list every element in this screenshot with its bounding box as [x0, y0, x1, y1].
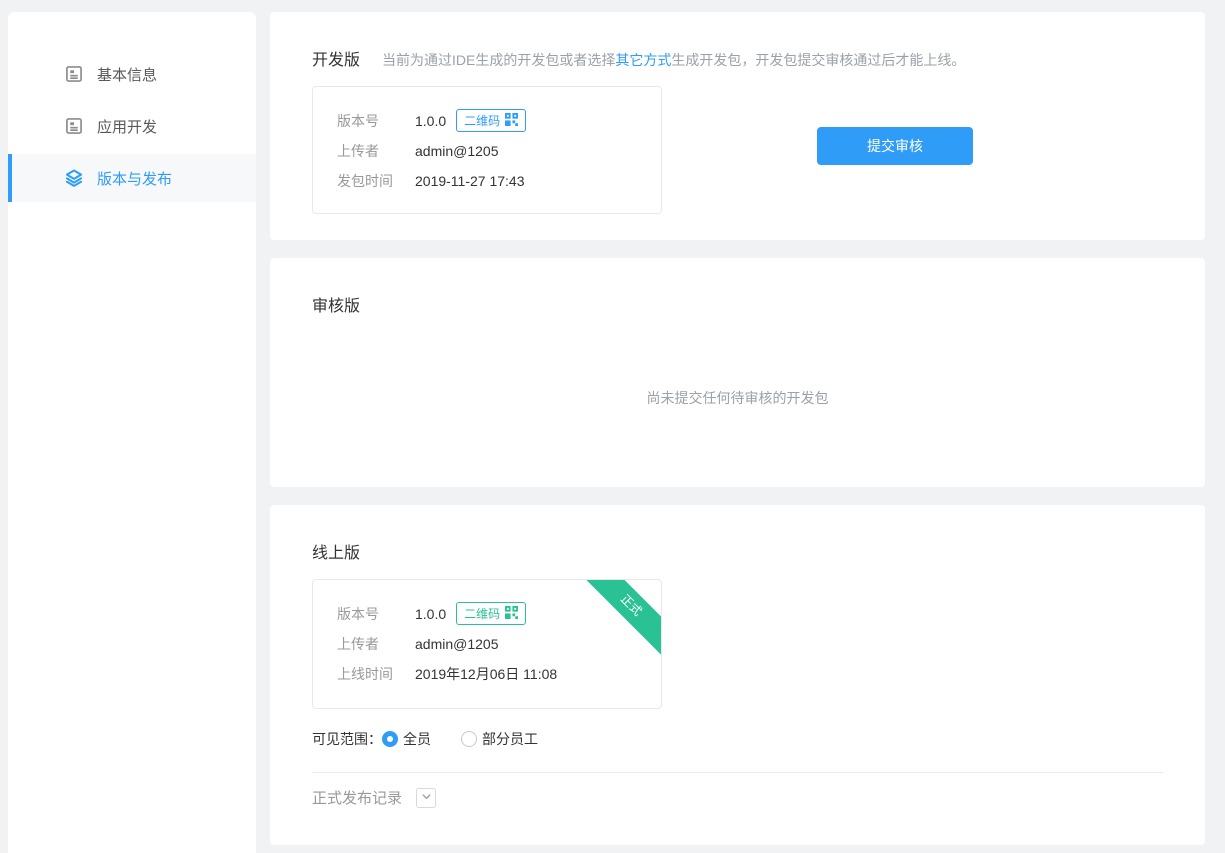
sidebar-item-label: 基本信息	[97, 64, 157, 85]
radio-unselected-icon[interactable]	[461, 731, 477, 747]
version-row: 版本号 1.0.0 二维码	[337, 109, 661, 132]
uploader-label: 上传者	[337, 140, 415, 162]
radio-option-label: 部分员工	[482, 729, 538, 749]
chevron-down-icon	[421, 789, 432, 806]
section-divider	[312, 772, 1163, 773]
qrcode-button-label: 二维码	[464, 605, 500, 622]
radio-option-all-staff[interactable]: 全员	[382, 729, 431, 749]
sidebar-item-label: 版本与发布	[97, 168, 172, 189]
dev-panel-header: 开发版 当前为通过IDE生成的开发包或者选择其它方式生成开发包，开发包提交审核通…	[270, 12, 1205, 70]
sidebar-item-basic-info[interactable]: 基本信息	[8, 50, 256, 98]
online-panel-title: 线上版	[312, 539, 360, 563]
uploader-value: admin@1205	[415, 633, 499, 655]
radio-selected-icon[interactable]	[382, 731, 398, 747]
review-empty-text: 尚未提交任何待审核的开发包	[270, 388, 1205, 408]
uploader-label: 上传者	[337, 633, 415, 655]
package-time-label: 发包时间	[337, 170, 415, 192]
version-number: 1.0.0	[415, 603, 446, 625]
version-value: 1.0.0 二维码	[415, 109, 526, 132]
qrcode-icon	[505, 606, 518, 622]
release-record-row: 正式发布记录	[312, 787, 1205, 808]
radio-option-partial-staff[interactable]: 部分员工	[461, 729, 538, 749]
dev-panel-title: 开发版	[312, 46, 360, 70]
other-method-link[interactable]: 其它方式	[615, 52, 671, 68]
review-version-panel: 审核版 尚未提交任何待审核的开发包	[270, 258, 1205, 487]
sidebar: 基本信息 应用开发 版本与发布	[8, 12, 256, 853]
radio-option-label: 全员	[403, 729, 431, 749]
uploader-value: admin@1205	[415, 140, 499, 162]
version-value: 1.0.0 二维码	[415, 602, 526, 625]
online-version-card: 正式 版本号 1.0.0 二维码	[312, 579, 662, 709]
visibility-scope-group: 可见范围： 全员 部分员工	[312, 729, 1205, 749]
qrcode-button-label: 二维码	[464, 112, 500, 129]
desc-text-after: 生成开发包，开发包提交审核通过后才能上线。	[671, 52, 965, 68]
uploader-row: 上传者 admin@1205	[337, 140, 661, 162]
version-label: 版本号	[337, 603, 415, 625]
layers-icon	[64, 168, 84, 188]
submit-review-button[interactable]: 提交审核	[817, 127, 973, 165]
review-panel-header: 审核版	[270, 258, 1205, 316]
document-icon	[64, 64, 84, 84]
version-release-page: { "colors": { "accent_blue": "#2f9cf8", …	[0, 0, 1225, 853]
online-time-row: 上线时间 2019年12月06日 11:08	[337, 663, 661, 685]
package-time-value: 2019-11-27 17:43	[415, 170, 525, 192]
review-panel-title: 审核版	[312, 292, 360, 316]
dev-version-card: 版本号 1.0.0 二维码	[312, 86, 662, 214]
package-time-row: 发包时间 2019-11-27 17:43	[337, 170, 661, 192]
qrcode-icon	[505, 113, 518, 129]
desc-text-before: 当前为通过IDE生成的开发包或者选择	[382, 52, 615, 68]
online-version-panel: 线上版 正式 版本号 1.0.0 二维码	[270, 505, 1205, 845]
version-number: 1.0.0	[415, 110, 446, 132]
online-time-value: 2019年12月06日 11:08	[415, 663, 557, 685]
visibility-scope-label: 可见范围：	[312, 729, 382, 749]
qrcode-button[interactable]: 二维码	[456, 109, 526, 132]
qrcode-button[interactable]: 二维码	[456, 602, 526, 625]
uploader-row: 上传者 admin@1205	[337, 633, 661, 655]
expand-record-button[interactable]	[416, 788, 436, 808]
version-label: 版本号	[337, 110, 415, 132]
dev-version-panel: 开发版 当前为通过IDE生成的开发包或者选择其它方式生成开发包，开发包提交审核通…	[270, 12, 1205, 240]
online-panel-header: 线上版	[270, 505, 1205, 563]
sidebar-item-version-release[interactable]: 版本与发布	[8, 154, 256, 202]
online-time-label: 上线时间	[337, 663, 415, 685]
release-record-label: 正式发布记录	[312, 787, 402, 808]
sidebar-item-app-dev[interactable]: 应用开发	[8, 102, 256, 150]
document-icon	[64, 116, 84, 136]
dev-panel-description: 当前为通过IDE生成的开发包或者选择其它方式生成开发包，开发包提交审核通过后才能…	[382, 50, 965, 70]
sidebar-item-label: 应用开发	[97, 116, 157, 137]
